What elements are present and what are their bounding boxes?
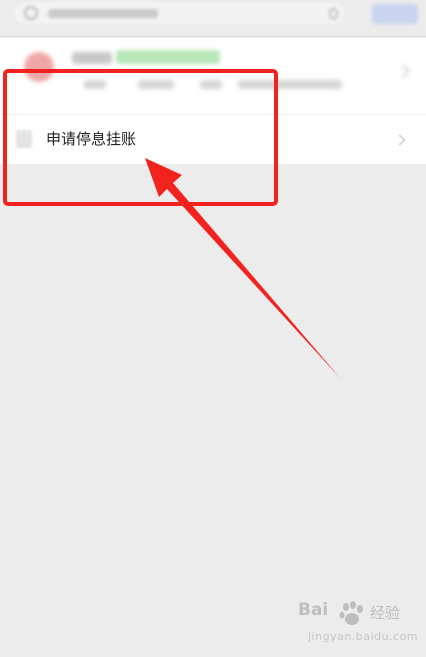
apply-stop-interest-item[interactable]: 申请停息挂账 — [14, 118, 414, 162]
paw-icon — [339, 601, 363, 625]
account-meta — [84, 80, 106, 89]
account-card[interactable] — [0, 40, 426, 106]
search-placeholder — [48, 9, 158, 18]
watermark: Bai 经验 jingyan.baidu.com — [298, 598, 418, 650]
chevron-right-icon — [395, 63, 411, 79]
annotation-arrow-shape — [145, 158, 341, 379]
menu-item-label: 申请停息挂账 — [46, 130, 137, 148]
search-bar[interactable] — [14, 2, 344, 24]
divider — [0, 114, 426, 115]
bank-name — [72, 52, 112, 64]
search-button[interactable] — [372, 4, 418, 24]
document-icon — [16, 130, 32, 148]
account-meta — [138, 80, 174, 89]
account-status-badge — [116, 50, 220, 64]
bank-logo — [24, 52, 54, 82]
watermark-brand: Bai — [298, 600, 329, 620]
search-icon — [24, 6, 38, 20]
mic-icon[interactable] — [329, 8, 338, 20]
watermark-url: jingyan.baidu.com — [308, 630, 419, 643]
account-meta — [238, 80, 342, 89]
watermark-brand-cn: 经验 — [370, 604, 401, 622]
account-meta — [200, 80, 222, 89]
header-divider — [0, 36, 426, 37]
chevron-right-icon — [394, 134, 406, 146]
screen: 申请停息挂账 Bai 经验 jingyan.baidu.com — [0, 0, 426, 657]
